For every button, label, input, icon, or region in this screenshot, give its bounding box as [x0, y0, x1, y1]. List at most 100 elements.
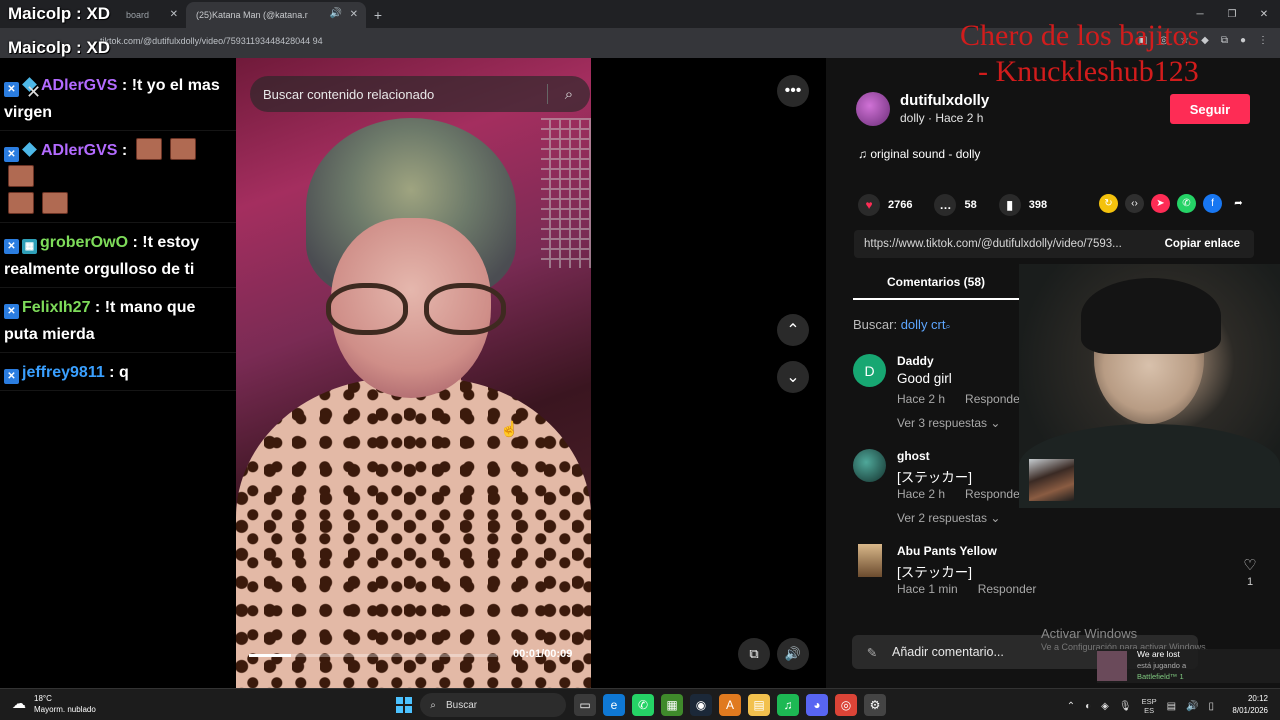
taskbar-search[interactable]: ⌕ Buscar — [420, 693, 566, 717]
weather-temp: 18°C — [34, 694, 52, 703]
windows-taskbar: ☁ 18°C Mayorm. nublado ⌕ Buscar ▭ e ✆ ▦ … — [0, 688, 1280, 720]
tab-comments[interactable]: Comentarios (58) — [853, 270, 1019, 300]
badge-icon: ✕ — [4, 304, 19, 319]
search-icon[interactable]: ⌕ — [548, 86, 590, 103]
streamer-name-overlay-2: Maicolp : XD — [8, 38, 111, 57]
share-link[interactable]: https://www.tiktok.com/@dutifulxdolly/vi… — [854, 238, 1151, 250]
edge-icon[interactable]: e — [603, 694, 625, 716]
comment-time: Hace 2 h — [897, 392, 946, 406]
emote-icon — [135, 138, 162, 160]
system-clock[interactable]: 20:12 8/01/2026 — [1232, 693, 1268, 717]
copy-link-button[interactable]: Copiar enlace — [1151, 238, 1254, 250]
browser-tab-tiktok[interactable]: (25)Katana Man (@katana.r 🔊 ✕ — [186, 2, 366, 28]
clock-time: 20:12 — [1247, 694, 1268, 703]
chevron-up-icon[interactable]: ⌃ — [1067, 701, 1075, 712]
streamer-name-overlay: Maicolp : XD — [8, 4, 111, 23]
next-video-button[interactable]: ⌄ — [777, 361, 809, 393]
microphone-icon[interactable]: 🎙 — [1119, 701, 1132, 712]
app-icon[interactable]: A — [719, 694, 741, 716]
chat-username: jeffrey9811 — [22, 364, 105, 381]
diamond-badge-icon — [22, 142, 37, 157]
reply-button[interactable]: Responder — [978, 582, 1037, 596]
new-tab-button[interactable]: + — [366, 2, 390, 28]
reply-button[interactable]: Responder — [965, 392, 1024, 406]
game-notification[interactable]: We are lost está jugando a Battlefield™ … — [1097, 649, 1280, 683]
like-button[interactable]: ♥ 2766 — [858, 194, 912, 216]
chat-message: ✕ FelixIh27 : !t mano que puta mierda — [0, 288, 236, 353]
comment-like-count: 1 — [1246, 576, 1254, 588]
sound-row[interactable]: ♫ original sound - dolly — [858, 147, 980, 161]
search-prefix: Buscar: — [853, 317, 898, 332]
close-icon[interactable]: ✕ — [170, 9, 178, 20]
repost-icon[interactable]: ↻ — [1099, 194, 1118, 213]
video-progress-bar[interactable] — [249, 654, 497, 657]
search-input[interactable]: Buscar contenido relacionado — [250, 87, 547, 102]
notification-game: Battlefield™ 1 — [1137, 672, 1184, 681]
author-name[interactable]: dutifulxdolly — [900, 92, 989, 109]
battery-icon[interactable]: ▯ — [1208, 701, 1214, 712]
more-options-button[interactable]: ••• — [777, 75, 809, 107]
pip-button[interactable]: ⧉ — [738, 638, 770, 670]
volume-icon[interactable]: 🔊 — [1186, 701, 1198, 712]
view-replies-button[interactable]: Ver 2 respuestas ⌄ — [897, 511, 1000, 525]
related-search-bar[interactable]: Buscar contenido relacionado ⌕ — [250, 76, 590, 112]
previous-video-button[interactable]: ⌃ — [777, 314, 809, 346]
view-replies-button[interactable]: Ver 3 respuestas ⌄ — [897, 416, 1000, 430]
close-icon[interactable]: ✕ — [350, 9, 358, 20]
share-arrow-icon[interactable]: ➦ — [1229, 194, 1248, 213]
volume-button[interactable]: 🔊 — [777, 638, 809, 670]
tray-icon[interactable]: ◐ — [1085, 701, 1091, 712]
file-explorer-icon[interactable]: ▤ — [748, 694, 770, 716]
lang-bottom: ES — [1144, 706, 1155, 715]
start-button[interactable] — [396, 697, 412, 713]
language-indicator[interactable]: ESP ES — [1142, 697, 1157, 715]
comment-username[interactable]: ghost — [897, 449, 930, 463]
badge-icon: ✕ — [4, 82, 19, 97]
avatar[interactable] — [856, 92, 890, 126]
comment-time: Hace 2 h — [897, 487, 946, 501]
avatar[interactable]: D — [853, 354, 886, 387]
task-view-icon[interactable]: ▭ — [574, 694, 596, 716]
comment-username[interactable]: Daddy — [897, 354, 934, 368]
chrome-icon[interactable]: ◎ — [835, 694, 857, 716]
weather-condition: Mayorm. nublado — [34, 705, 96, 714]
tray-icon[interactable]: ◈ — [1101, 701, 1109, 712]
leopard-outfit — [236, 378, 591, 688]
facebook-icon[interactable]: f — [1203, 194, 1222, 213]
close-icon[interactable]: ✕ — [26, 82, 41, 103]
steam-icon[interactable]: ◉ — [690, 694, 712, 716]
reply-button[interactable]: Responder — [965, 487, 1024, 501]
lang-top: ESP — [1141, 697, 1157, 706]
app-icon[interactable]: ⚙ — [864, 694, 886, 716]
chat-username: FelixIh27 — [22, 299, 91, 316]
comment-button[interactable]: … 58 — [934, 194, 977, 216]
speaker-icon[interactable]: 🔊 — [330, 8, 342, 19]
search-term-link[interactable]: dolly crt — [901, 317, 946, 332]
send-icon[interactable]: ➤ — [1151, 194, 1170, 213]
bookmark-icon: ▮ — [998, 194, 1021, 216]
comment-like-button[interactable]: ♡ 1 — [1235, 556, 1265, 588]
network-icon[interactable]: ▤ — [1167, 701, 1176, 712]
system-tray: ⌃ ◐ ◈ 🎙 ESP ES ▤ 🔊 ▯ — [1067, 697, 1214, 715]
video-player[interactable] — [236, 58, 591, 688]
save-button[interactable]: ▮ 398 — [998, 194, 1047, 216]
avatar[interactable] — [853, 449, 886, 482]
chat-username: groberOwO — [40, 234, 129, 251]
whatsapp-icon[interactable]: ✆ — [632, 694, 654, 716]
comment-username[interactable]: Abu Pants Yellow — [897, 544, 997, 558]
minecraft-icon[interactable]: ▦ — [661, 694, 683, 716]
heart-icon: ♥ — [858, 194, 880, 216]
discord-icon[interactable]: ◕ — [806, 694, 828, 716]
spotify-icon[interactable]: ♫ — [777, 694, 799, 716]
whatsapp-icon[interactable]: ✆ — [1177, 194, 1196, 213]
chat-message: ✕ ADlerGVS : — [0, 131, 236, 223]
like-count: 2766 — [888, 199, 913, 211]
url-field[interactable]: tiktok.com/@dutifulxdolly/video/75931193… — [100, 36, 323, 46]
embed-icon[interactable]: ‹› — [1125, 194, 1144, 213]
webcam-hair — [1081, 278, 1221, 354]
stream-credit-text: Chero de los bajitos - Knuckleshub123 — [960, 18, 1260, 90]
follow-button[interactable]: Seguir — [1170, 94, 1250, 124]
emote-icon — [42, 192, 68, 214]
avatar[interactable] — [858, 544, 882, 577]
comment-search-suggestion[interactable]: Buscar: dolly crt⌕ — [853, 317, 951, 332]
